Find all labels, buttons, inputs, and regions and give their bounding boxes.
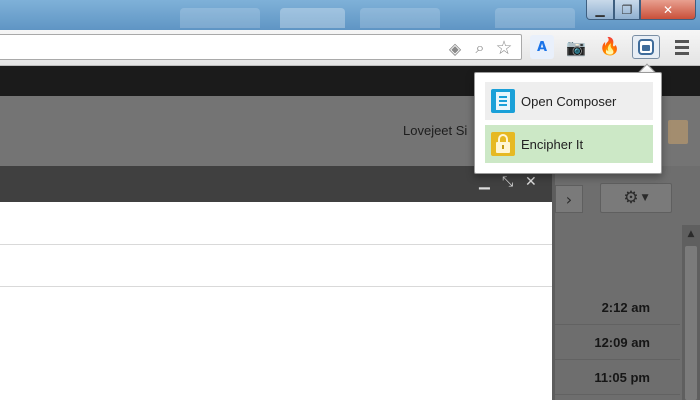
browser-menu-icon[interactable]: [672, 37, 692, 57]
camera-icon[interactable]: 📷: [564, 35, 588, 59]
open-composer-label: Open Composer: [521, 93, 617, 109]
bookmark-star-icon[interactable]: ☆: [495, 37, 513, 59]
composer-minimize-icon[interactable]: ▁: [479, 174, 490, 190]
gear-icon: ⚙: [623, 188, 639, 208]
composer-body[interactable]: [0, 202, 552, 400]
next-page-button[interactable]: ›: [555, 185, 583, 213]
address-bar[interactable]: ◈ ⌕ ☆: [0, 34, 522, 60]
zoom-icon[interactable]: ⌕: [471, 38, 489, 57]
composer-close-icon[interactable]: ✕: [525, 174, 537, 190]
avatar[interactable]: [668, 120, 688, 144]
encipher-icon-glyph: [638, 39, 654, 55]
browser-tab[interactable]: [280, 8, 345, 28]
browser-tab[interactable]: [360, 8, 440, 28]
scrollbar-thumb[interactable]: [685, 246, 697, 400]
list-item[interactable]: 11:05 pm: [555, 360, 680, 395]
list-item[interactable]: 12:09 am: [555, 325, 680, 360]
scroll-up-icon[interactable]: ▲: [682, 225, 700, 243]
encipher-it-label: Encipher It: [521, 136, 584, 152]
account-name[interactable]: Lovejeet Si: [403, 123, 467, 138]
open-composer-button[interactable]: Open Composer: [485, 82, 653, 120]
window-restore-button[interactable]: ❐: [614, 0, 640, 20]
extension-popup: Open Composer Encipher It: [474, 72, 662, 174]
mail-time: 11:05 pm: [594, 369, 650, 385]
encipher-icon[interactable]: [632, 35, 660, 59]
lock-icon: [491, 132, 515, 156]
composer-field-divider: [0, 286, 552, 287]
composer-popout-icon[interactable]: ⤡: [502, 174, 513, 190]
encipher-it-button[interactable]: Encipher It: [485, 125, 653, 163]
fire-icon[interactable]: 🔥: [598, 35, 622, 59]
browser-toolbar: ◈ ⌕ ☆ A 📷 🔥: [0, 30, 700, 66]
composer-header: [0, 166, 552, 202]
translate-icon[interactable]: A: [530, 35, 554, 59]
list-item[interactable]: 2:12 am: [555, 290, 680, 325]
chevron-down-icon: ▼: [641, 193, 649, 203]
document-icon: [491, 89, 515, 113]
browser-tab[interactable]: [180, 8, 260, 28]
composer-field-divider: [0, 244, 552, 245]
mail-time: 12:09 am: [594, 334, 650, 350]
settings-button[interactable]: ⚙ ▼: [600, 183, 672, 213]
window-minimize-button[interactable]: ▁: [586, 0, 614, 20]
extension-diamond-icon[interactable]: ◈: [446, 39, 464, 58]
mail-time: 2:12 am: [601, 299, 650, 315]
window-close-button[interactable]: ✕: [640, 0, 696, 20]
browser-tab[interactable]: [495, 8, 575, 28]
